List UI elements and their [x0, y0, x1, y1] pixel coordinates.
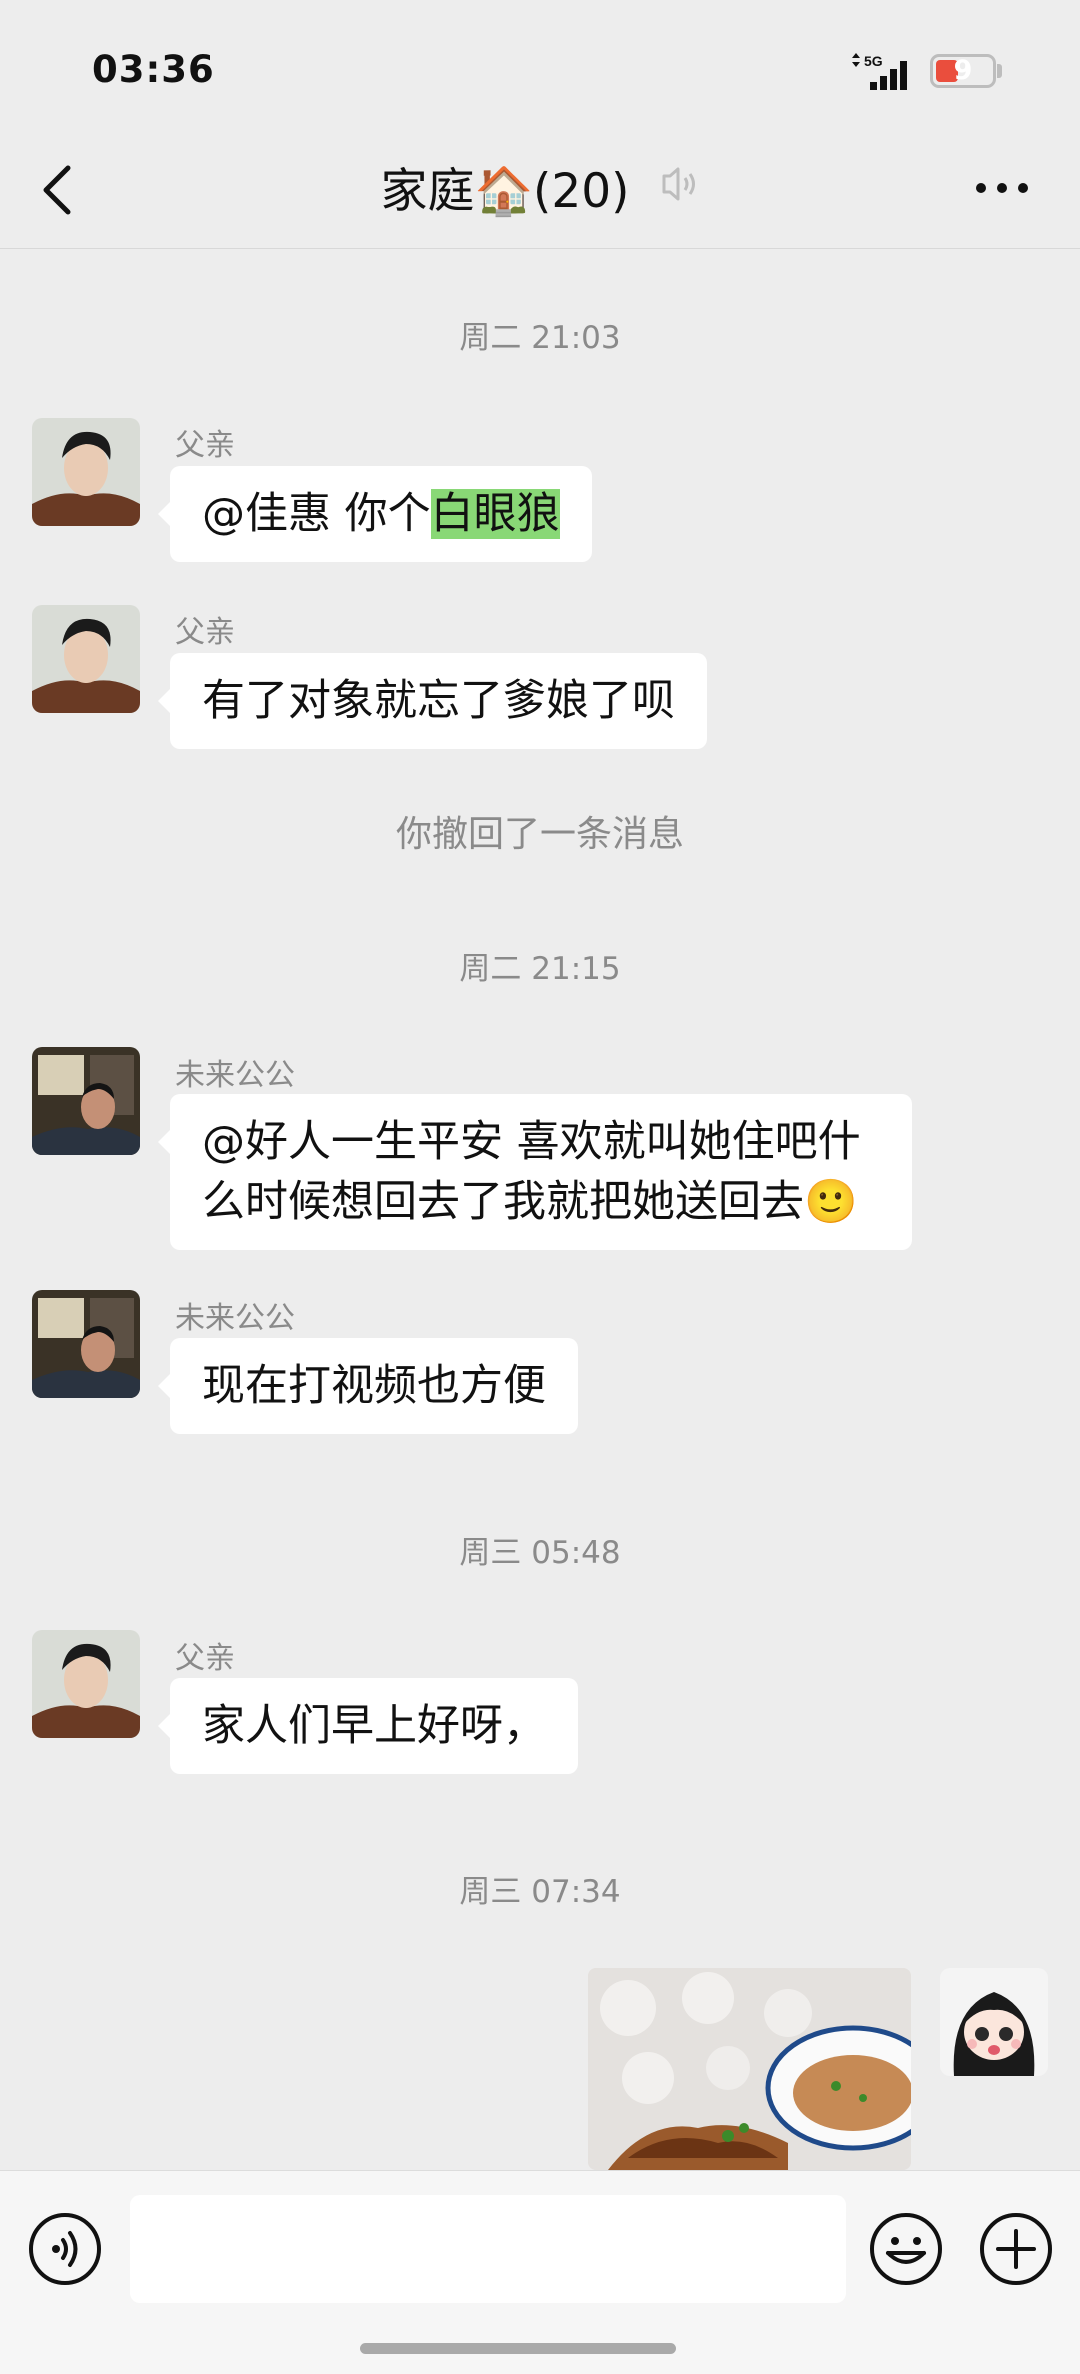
message-bubble[interactable]: 家人们早上好呀， [158, 1678, 578, 1774]
home-indicator[interactable] [360, 2343, 676, 2354]
battery-level: 9 [953, 55, 973, 86]
network-label: 5G [864, 53, 883, 69]
mention-text: @佳惠 你个 [202, 489, 431, 539]
chat-header: 家庭🏠(20) [0, 130, 1080, 249]
message-text-line: 么时候想回去了我就把她送回去🙂 [202, 1177, 858, 1227]
chat-title: 家庭🏠(20) [380, 164, 630, 219]
avatar-father[interactable] [32, 418, 140, 526]
message-input[interactable] [130, 2195, 846, 2303]
sender-name: 未来公公 [175, 1058, 295, 1093]
ellipsis-icon [976, 183, 1028, 193]
sender-name: 未来公公 [175, 1301, 295, 1336]
status-time: 03:36 [92, 48, 215, 91]
message-timestamp: 周二 21:03 [459, 320, 621, 356]
message-timestamp: 周二 21:15 [459, 951, 621, 987]
recall-notice: 你撤回了一条消息 [395, 814, 684, 855]
message-text: 家人们早上好呀， [202, 1701, 546, 1751]
signal-5g-icon: 5G [850, 52, 922, 96]
message-timestamp: 周三 05:48 [459, 1535, 621, 1571]
battery-icon: 9 [930, 54, 996, 88]
more-functions-button[interactable] [978, 2211, 1054, 2291]
message-text: 现在打视频也方便 [202, 1361, 546, 1411]
avatar-self[interactable] [940, 1968, 1048, 2076]
message-bubble[interactable]: @佳惠 你个白眼狼 [158, 466, 592, 562]
sender-name: 父亲 [175, 428, 235, 463]
message-bubble[interactable]: 有了对象就忘了爹娘了呗 [158, 653, 707, 749]
sender-name: 父亲 [175, 1641, 235, 1676]
plus-icon [980, 2213, 1052, 2285]
message-timestamp: 周三 07:34 [459, 1874, 621, 1910]
input-bar [0, 2170, 1080, 2374]
sender-name: 父亲 [175, 615, 235, 650]
voice-icon [29, 2213, 101, 2285]
food-photo [588, 1968, 911, 2170]
avatar-future-father-in-law[interactable] [32, 1290, 140, 1398]
avatar-future-father-in-law[interactable] [32, 1047, 140, 1155]
avatar-father[interactable] [32, 605, 140, 713]
emoji-button[interactable] [868, 2211, 944, 2291]
mute-icon [660, 159, 700, 214]
message-bubble[interactable]: 现在打视频也方便 [158, 1338, 578, 1434]
image-message[interactable] [588, 1968, 911, 2170]
highlighted-text: 白眼狼 [430, 489, 560, 539]
emoji-icon [870, 2213, 942, 2285]
message-text: 有了对象就忘了爹娘了呗 [202, 676, 675, 726]
message-bubble[interactable]: @好人一生平安 喜欢就叫她住吧什 么时候想回去了我就把她送回去🙂 [158, 1094, 912, 1250]
avatar-father[interactable] [32, 1630, 140, 1738]
more-options-button[interactable] [975, 180, 1029, 199]
message-text-line: @好人一生平安 喜欢就叫她住吧什 [202, 1117, 861, 1167]
chat-title-area: 家庭🏠(20) [0, 152, 1080, 221]
status-bar: 03:36 5G 9 [0, 0, 1080, 130]
voice-input-button[interactable] [27, 2211, 103, 2291]
